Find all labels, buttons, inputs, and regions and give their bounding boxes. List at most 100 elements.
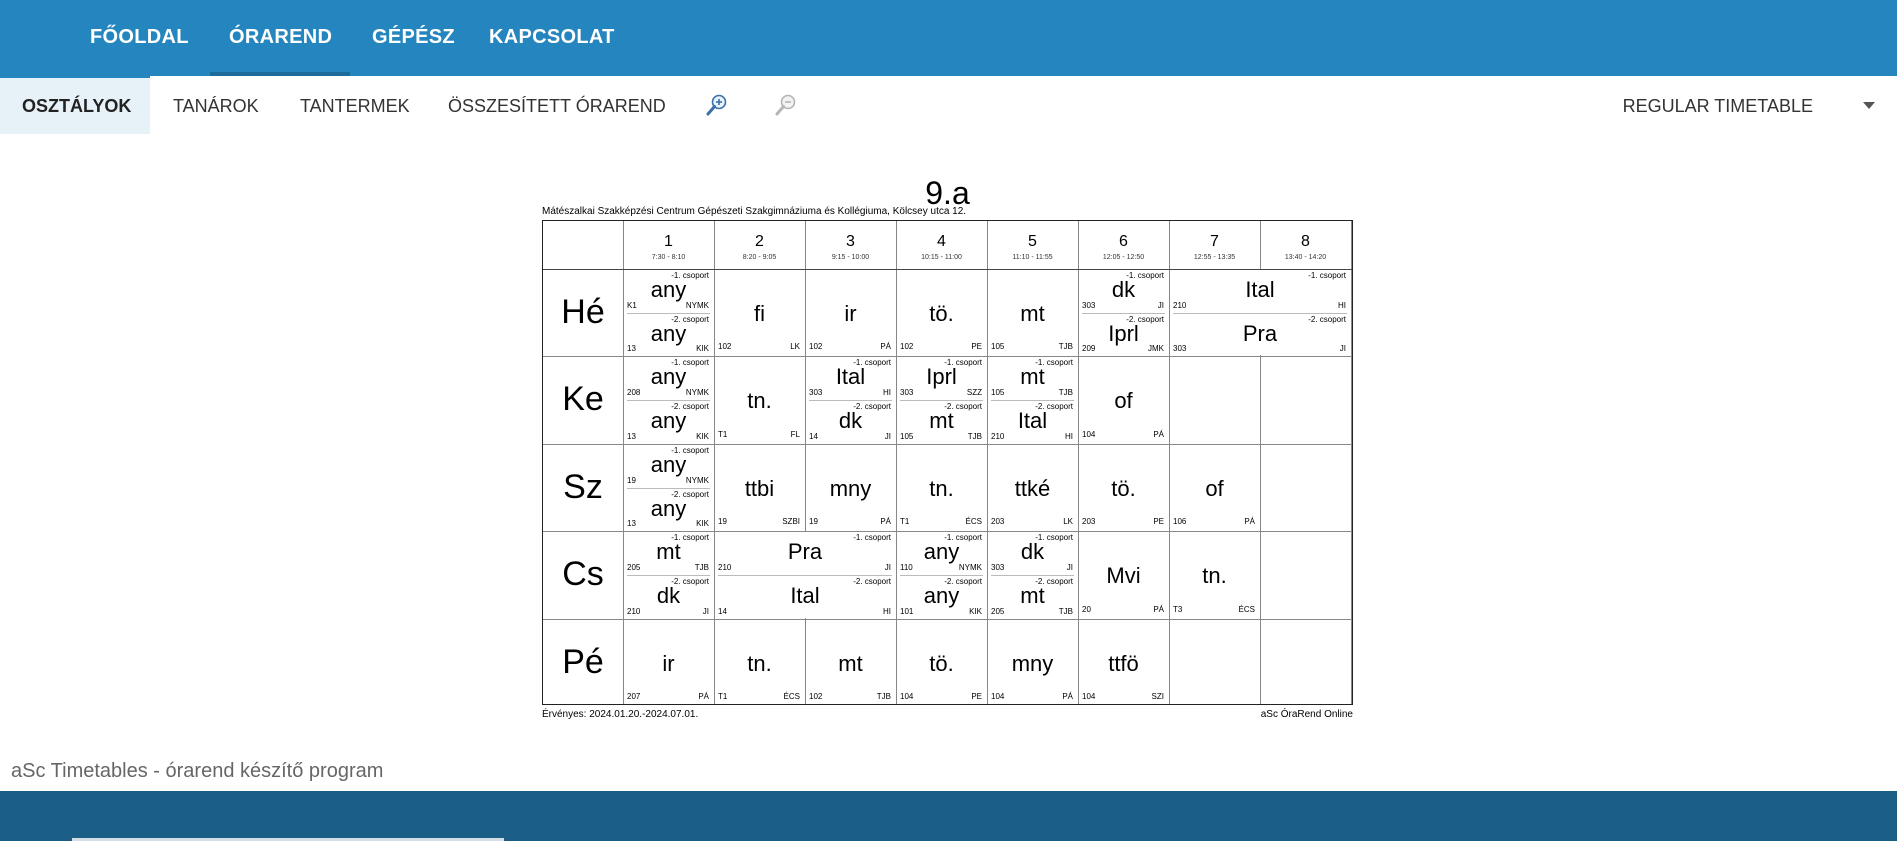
lesson-teacher: PE bbox=[971, 342, 982, 352]
lesson-subject[interactable]: mt bbox=[896, 408, 987, 434]
lesson-room: T3 bbox=[1173, 604, 1183, 614]
lesson-room: 19 bbox=[809, 517, 818, 527]
lesson-subject[interactable]: mt bbox=[805, 651, 896, 677]
nav-item-contact[interactable]: KAPCSOLAT bbox=[489, 26, 615, 49]
lesson-subject[interactable]: Iprl bbox=[1078, 321, 1169, 347]
lesson-subject[interactable]: Ital bbox=[987, 408, 1078, 434]
grid-vline bbox=[805, 221, 806, 704]
grid-hline bbox=[543, 618, 1352, 620]
zoom-in-icon[interactable] bbox=[705, 93, 729, 117]
lesson-room: 19 bbox=[718, 517, 727, 527]
tab-summary-timetable[interactable]: ÖSSZESÍTETT ÓRAREND bbox=[448, 96, 666, 117]
lesson-subject[interactable]: Ital bbox=[1169, 277, 1351, 303]
lesson-teacher: ÉCS bbox=[783, 692, 800, 701]
lesson-subject[interactable]: any bbox=[623, 496, 714, 522]
lesson-teacher: HI bbox=[1338, 300, 1346, 310]
lesson-subject[interactable]: mny bbox=[987, 651, 1078, 677]
lesson-subject[interactable]: ir bbox=[623, 651, 714, 677]
lesson-teacher: NYMK bbox=[958, 562, 982, 572]
lesson-teacher: JI bbox=[884, 431, 891, 441]
timetable-grid: 1 7:30 - 8:10 2 8:20 - 9:05 3 9:15 - 10:00 4 10… bbox=[542, 220, 1353, 705]
lesson-teacher: SZBI bbox=[782, 517, 800, 527]
lesson-teacher: SZI bbox=[1151, 692, 1164, 701]
group-divider bbox=[809, 400, 892, 402]
lesson-subject[interactable]: Mvi bbox=[1078, 563, 1169, 589]
lesson-subject[interactable]: mt bbox=[987, 301, 1078, 327]
lesson-subject[interactable]: Pra bbox=[714, 539, 896, 565]
lesson-subject[interactable]: dk bbox=[987, 539, 1078, 565]
grid-vline bbox=[987, 221, 988, 704]
period-number: 5 bbox=[1028, 233, 1037, 250]
lesson-subject[interactable]: ir bbox=[805, 301, 896, 327]
lesson-subject[interactable]: tn. bbox=[714, 651, 805, 677]
lesson-subject[interactable]: mt bbox=[987, 364, 1078, 390]
tab-classes[interactable]: OSZTÁLYOK bbox=[0, 76, 150, 134]
lesson-subject[interactable]: ttbi bbox=[714, 476, 805, 502]
lesson-subject[interactable]: tö. bbox=[1078, 476, 1169, 502]
lesson-room: 19 bbox=[627, 475, 636, 485]
chevron-down-icon[interactable] bbox=[1863, 102, 1875, 109]
lesson-subject[interactable]: dk bbox=[1078, 277, 1169, 303]
lesson-teacher: PE bbox=[971, 692, 982, 701]
period-number: 4 bbox=[937, 233, 946, 250]
period-time: 13:40 - 14:20 bbox=[1284, 254, 1327, 261]
lesson-subject[interactable]: fi bbox=[714, 301, 805, 327]
lesson-subject[interactable]: Pra bbox=[1169, 321, 1351, 347]
lesson-subject[interactable]: tn. bbox=[1169, 563, 1260, 589]
timetable-select[interactable]: REGULAR TIMETABLE bbox=[1623, 96, 1813, 117]
lesson-room: 209 bbox=[1082, 344, 1096, 354]
lesson-subject[interactable]: ttfö bbox=[1078, 651, 1169, 677]
lesson-teacher: JMK bbox=[1148, 344, 1164, 354]
lesson-subject[interactable]: tn. bbox=[896, 476, 987, 502]
lesson-subject[interactable]: any bbox=[623, 364, 714, 390]
day-label: Sz bbox=[563, 467, 603, 506]
zoom-out-icon[interactable] bbox=[774, 93, 798, 117]
lesson-subject[interactable]: ttké bbox=[987, 476, 1078, 502]
lesson-subject[interactable]: Ital bbox=[805, 364, 896, 390]
grid-vline bbox=[1351, 221, 1352, 704]
tab-teachers[interactable]: TANÁROK bbox=[173, 96, 259, 117]
lesson-subject[interactable]: any bbox=[623, 408, 714, 434]
lesson-subject[interactable]: Ital bbox=[714, 583, 896, 609]
lesson-subject[interactable]: tö. bbox=[896, 651, 987, 677]
nav-item-timetable[interactable]: ÓRAREND bbox=[229, 26, 332, 49]
tab-classrooms[interactable]: TANTERMEK bbox=[300, 96, 410, 117]
lesson-teacher: TJB bbox=[694, 562, 709, 572]
lesson-teacher: TJB bbox=[876, 692, 891, 701]
lesson-subject[interactable]: dk bbox=[623, 583, 714, 609]
lesson-subject[interactable]: Iprl bbox=[896, 364, 987, 390]
day-label: Cs bbox=[562, 555, 604, 594]
group-divider bbox=[900, 574, 983, 576]
lesson-subject[interactable]: of bbox=[1078, 388, 1169, 414]
nav-item-home[interactable]: FŐOLDAL bbox=[90, 26, 189, 49]
group-divider bbox=[627, 487, 710, 489]
lesson-room: 13 bbox=[627, 344, 636, 354]
lesson-subject[interactable]: mt bbox=[623, 539, 714, 565]
lesson-teacher: TJB bbox=[1058, 342, 1073, 352]
lesson-teacher: KIK bbox=[969, 606, 982, 616]
lesson-teacher: SZZ bbox=[966, 388, 982, 398]
lesson-subject[interactable]: any bbox=[896, 539, 987, 565]
lesson-room: 14 bbox=[809, 431, 818, 441]
lesson-room: 203 bbox=[991, 517, 1005, 527]
lesson-subject[interactable]: mny bbox=[805, 476, 896, 502]
lesson-room: 203 bbox=[1082, 517, 1096, 527]
lesson-subject[interactable]: any bbox=[896, 583, 987, 609]
lesson-room: 303 bbox=[1082, 300, 1096, 310]
grid-vline bbox=[714, 221, 715, 704]
lesson-subject[interactable]: any bbox=[623, 452, 714, 478]
lesson-teacher: NYMK bbox=[685, 300, 709, 310]
lesson-room: 105 bbox=[991, 388, 1005, 398]
lesson-subject[interactable]: dk bbox=[805, 408, 896, 434]
period-time: 12:55 - 13:35 bbox=[1193, 254, 1236, 261]
nav-item-mechanical[interactable]: GÉPÉSZ bbox=[372, 26, 455, 49]
lesson-subject[interactable]: tö. bbox=[896, 301, 987, 327]
lesson-subject[interactable]: mt bbox=[987, 583, 1078, 609]
lesson-teacher: LK bbox=[1063, 517, 1073, 527]
lesson-subject[interactable]: any bbox=[623, 321, 714, 347]
lesson-teacher: TJB bbox=[967, 431, 982, 441]
lesson-subject[interactable]: any bbox=[623, 277, 714, 303]
lesson-subject[interactable]: of bbox=[1169, 476, 1260, 502]
lesson-subject[interactable]: tn. bbox=[714, 388, 805, 414]
group-divider bbox=[718, 574, 892, 576]
